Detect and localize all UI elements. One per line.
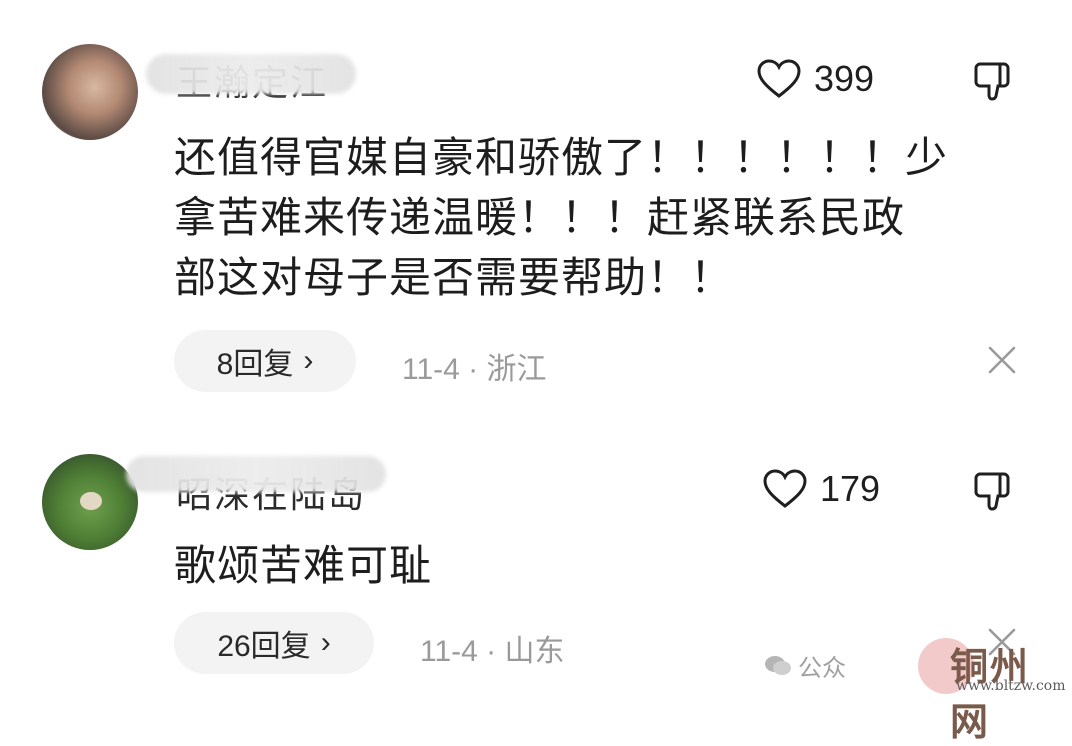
- heart-icon: [757, 59, 801, 98]
- chevron-right-icon: ›: [303, 344, 314, 377]
- avatar-pet: [80, 492, 102, 510]
- comment-meta: 11-4 · 浙江: [402, 344, 547, 388]
- like-button[interactable]: 179: [762, 468, 880, 510]
- like-button[interactable]: 399: [756, 58, 874, 100]
- dislike-button[interactable]: [972, 58, 1016, 106]
- comment-date: 11-4: [420, 635, 478, 668]
- reply-button[interactable]: 26回复 ›: [174, 612, 374, 674]
- chevron-right-icon: ›: [320, 626, 331, 659]
- thumbs-down-icon: [974, 472, 1010, 511]
- comment-location: 山东: [504, 635, 565, 668]
- comment-date: 11-4: [402, 353, 460, 386]
- close-icon: [988, 346, 1016, 374]
- heart-icon: [763, 469, 807, 508]
- like-count: 399: [814, 58, 875, 99]
- comment-line: 拿苦难来传递温暖！！！赶紧联系民政: [174, 193, 906, 242]
- dislike-button[interactable]: [972, 468, 1016, 516]
- comment-line: 还值得官媒自豪和骄傲了！！！！！！少: [174, 133, 949, 182]
- meta-separator: ·: [468, 353, 487, 386]
- comment-text: 还值得官媒自豪和骄傲了！！！！！！少 拿苦难来传递温暖！！！赶紧联系民政 部这对…: [174, 128, 948, 308]
- wechat-icon: [765, 655, 791, 675]
- reply-button[interactable]: 8回复 ›: [174, 330, 356, 392]
- thumbs-down-icon: [974, 62, 1010, 101]
- wechat-public-label: 公众: [764, 648, 846, 683]
- comment-meta: 11-4 · 山东: [420, 626, 565, 670]
- comment-line: 歌颂苦难可耻: [174, 541, 433, 590]
- username-blur: [146, 54, 356, 94]
- username-wrap: 王瀚定江: [146, 54, 376, 104]
- watermark-url: www.bltzw.com: [956, 678, 1066, 694]
- like-count: 179: [820, 468, 881, 509]
- comment-text: 歌颂苦难可耻: [174, 536, 432, 596]
- comment-location: 浙江: [486, 353, 547, 386]
- meta-separator: ·: [486, 635, 505, 668]
- avatar[interactable]: [42, 454, 138, 550]
- username-blur: [126, 456, 386, 492]
- close-button[interactable]: [986, 344, 1018, 376]
- username-wrap: 昭深在陆岛: [126, 456, 396, 516]
- reply-label: 8回复: [216, 348, 294, 381]
- comment-line: 部这对母子是否需要帮助！！: [174, 253, 734, 302]
- avatar[interactable]: [42, 44, 138, 140]
- watermark: 公众 铜州网 www.bltzw.com: [764, 638, 1066, 744]
- wechat-public-prefix: 公众: [798, 654, 846, 682]
- reply-label: 26回复: [217, 630, 311, 663]
